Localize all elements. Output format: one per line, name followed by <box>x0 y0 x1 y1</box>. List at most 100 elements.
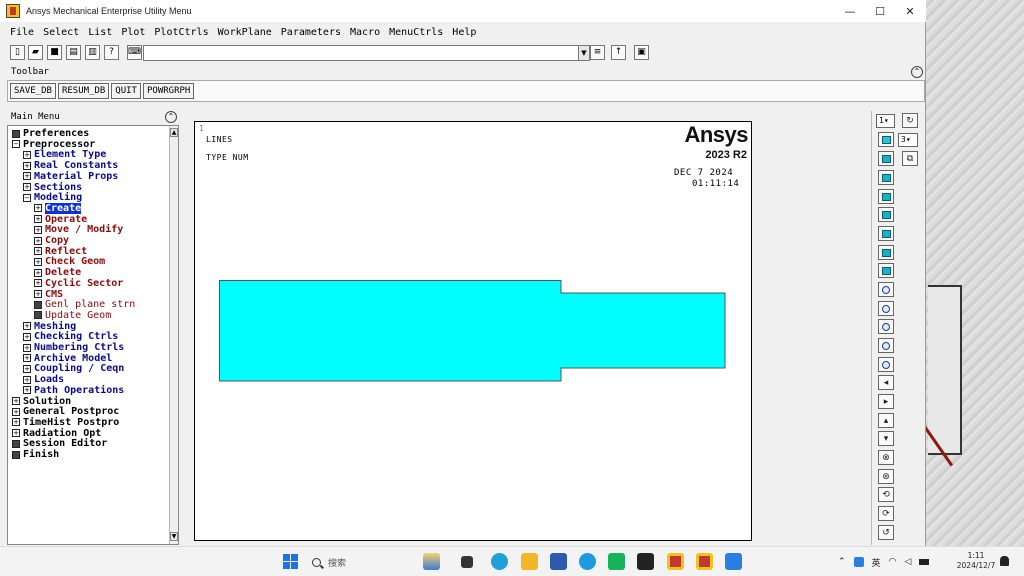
isometric-view-icon[interactable] <box>878 132 894 147</box>
browser-app-icon[interactable] <box>579 553 596 570</box>
tree-item-element-type[interactable]: + Element Type <box>23 149 106 160</box>
hidden-line-icon[interactable]: ⧉ <box>902 151 918 166</box>
tree-item-timehist-postpro[interactable]: + TimeHist Postpro <box>12 417 119 428</box>
menu-leaf-icon[interactable] <box>12 450 20 459</box>
expand-icon[interactable]: + <box>23 386 31 395</box>
expand-icon[interactable]: + <box>12 429 20 438</box>
tree-item-update-geom[interactable]: Update Geom <box>34 310 111 321</box>
menu-file[interactable]: File <box>10 24 34 41</box>
expand-icon[interactable]: + <box>34 257 42 266</box>
taskbar-clock[interactable]: 1:11 2024/12/7 <box>955 551 997 571</box>
help-icon[interactable]: ? <box>104 45 119 60</box>
tree-item-preprocessor[interactable]: − Preprocessor <box>12 139 95 150</box>
menu-leaf-icon[interactable] <box>12 439 20 448</box>
expand-icon[interactable]: + <box>23 354 31 363</box>
expand-icon[interactable]: + <box>34 290 42 298</box>
oblique-view-icon[interactable] <box>878 151 894 166</box>
ansys-mechanical-taskbar-icon[interactable] <box>696 553 713 570</box>
zoom-icon[interactable] <box>878 301 894 316</box>
tree-item-operate[interactable]: + Operate <box>34 214 87 225</box>
expand-icon[interactable]: + <box>34 204 42 213</box>
top-view-icon[interactable] <box>878 207 894 222</box>
expand-icon[interactable]: + <box>23 161 31 170</box>
menu-leaf-icon[interactable] <box>12 129 20 138</box>
save-db-button[interactable]: SAVE_DB <box>10 83 56 99</box>
store-icon[interactable] <box>550 553 567 570</box>
tree-item-numbering-ctrls[interactable]: + Numbering Ctrls <box>23 342 124 353</box>
view-select[interactable]: 3▾ <box>898 133 918 147</box>
expand-icon[interactable]: + <box>23 343 31 352</box>
tree-item-radiation-opt[interactable]: + Radiation Opt <box>12 428 101 439</box>
bottom-view-icon[interactable] <box>878 226 894 241</box>
tree-item-checking-ctrls[interactable]: + Checking Ctrls <box>23 331 118 342</box>
box-zoom-icon[interactable] <box>878 319 894 334</box>
start-button[interactable] <box>283 554 298 569</box>
task-view-icon[interactable] <box>461 556 473 568</box>
pan-right-icon[interactable]: ▸ <box>878 394 894 409</box>
menu-macro[interactable]: Macro <box>350 24 380 41</box>
open-folder-icon[interactable]: ▰ <box>28 45 43 60</box>
new-file-icon[interactable]: ▯ <box>10 45 25 60</box>
save-disk-icon[interactable]: ■ <box>47 45 62 60</box>
zoom-out-icon[interactable] <box>878 357 894 372</box>
menu-leaf-icon[interactable] <box>34 311 42 320</box>
menu-menuctrls[interactable]: MenuCtrls <box>389 24 443 41</box>
menu-list[interactable]: List <box>88 24 112 41</box>
wechat-icon[interactable] <box>608 553 625 570</box>
command-history-dropdown[interactable]: ▼ <box>578 45 590 61</box>
pan-left-icon[interactable]: ◂ <box>878 375 894 390</box>
tree-item-genl-plane-strn[interactable]: Genl plane strn <box>34 299 135 310</box>
tree-item-path-operations[interactable]: + Path Operations <box>23 385 124 396</box>
wifi-icon[interactable]: ◠ <box>889 557 897 567</box>
print-icon[interactable]: ▥ <box>85 45 100 60</box>
window-select[interactable]: 1▾ <box>876 114 895 128</box>
main-menu-collapse-icon[interactable]: ⌃ <box>165 111 177 123</box>
tree-item-session-editor[interactable]: Session Editor <box>12 438 107 449</box>
expand-icon[interactable]: + <box>12 397 20 405</box>
tree-item-cyclic-sector[interactable]: + Cyclic Sector <box>34 278 123 289</box>
expand-icon[interactable]: + <box>12 418 20 427</box>
tree-item-modeling[interactable]: − Modeling <box>23 192 82 203</box>
back-view-icon[interactable] <box>878 189 894 204</box>
expand-icon[interactable]: + <box>34 268 42 277</box>
tree-item-coupling-ceqn[interactable]: + Coupling / Ceqn <box>23 363 124 374</box>
ansys-taskbar-icon[interactable] <box>667 553 684 570</box>
menu-select[interactable]: Select <box>43 24 79 41</box>
security-icon[interactable] <box>853 557 864 567</box>
tree-item-finish[interactable]: Finish <box>12 449 59 460</box>
taskbar-search[interactable]: 搜索 <box>312 554 407 570</box>
chevron-up-icon[interactable]: ⌃ <box>838 557 846 567</box>
edge-browser-icon[interactable] <box>491 553 508 570</box>
tree-item-move-modify[interactable]: + Move / Modify <box>34 224 123 235</box>
tree-item-meshing[interactable]: + Meshing <box>23 321 76 332</box>
expand-icon[interactable]: + <box>23 150 31 159</box>
collapse-icon[interactable]: − <box>12 140 20 149</box>
tree-item-copy[interactable]: + Copy <box>34 235 69 246</box>
expand-icon[interactable]: + <box>23 332 31 341</box>
menu-leaf-icon[interactable] <box>34 300 42 309</box>
rotate-y-icon[interactable]: ⊛ <box>878 469 894 484</box>
expand-icon[interactable]: + <box>34 247 42 256</box>
tree-item-real-constants[interactable]: + Real Constants <box>23 160 118 171</box>
expand-icon[interactable]: + <box>12 407 20 416</box>
rotate-neg-icon[interactable]: ⟳ <box>878 506 894 521</box>
expand-icon[interactable]: + <box>23 183 31 191</box>
zoom-in-icon[interactable] <box>878 338 894 353</box>
volume-icon[interactable]: ◁ <box>904 557 911 567</box>
tree-item-solution[interactable]: + Solution <box>12 396 71 407</box>
expand-icon[interactable]: + <box>23 172 31 181</box>
fit-view-icon[interactable] <box>878 282 894 297</box>
tree-item-material-props[interactable]: + Material Props <box>23 171 118 182</box>
capcut-icon[interactable] <box>637 553 654 570</box>
tree-item-sections[interactable]: + Sections <box>23 182 82 193</box>
tree-item-cms[interactable]: + CMS <box>34 289 63 300</box>
report-icon[interactable]: ▤ <box>66 45 81 60</box>
widgets-icon[interactable] <box>423 553 440 570</box>
tree-item-reflect[interactable]: + Reflect <box>34 246 87 257</box>
expand-icon[interactable]: + <box>23 322 31 331</box>
contact-manager-icon[interactable]: ▣ <box>634 45 649 60</box>
collapse-icon[interactable]: − <box>23 193 31 202</box>
minimize-button[interactable]: — <box>835 0 865 22</box>
menu-parameters[interactable]: Parameters <box>281 24 341 41</box>
powergraph-button[interactable]: POWRGRPH <box>142 83 195 99</box>
